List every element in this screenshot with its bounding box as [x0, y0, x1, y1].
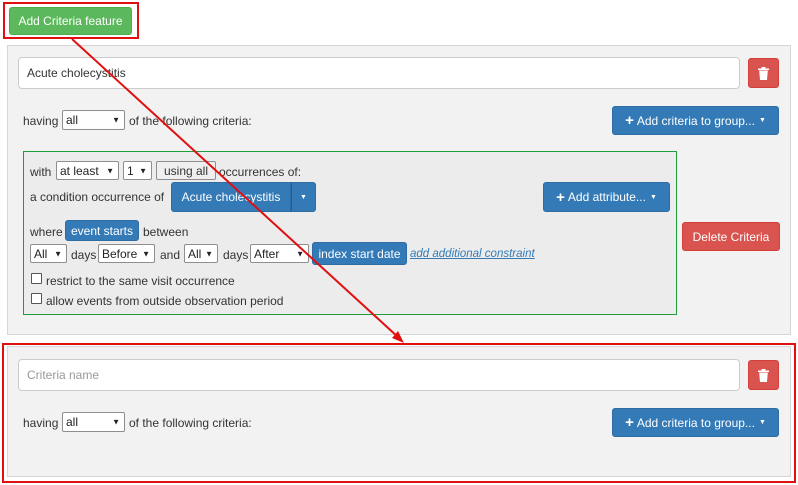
annotation-arrow [71, 38, 404, 343]
